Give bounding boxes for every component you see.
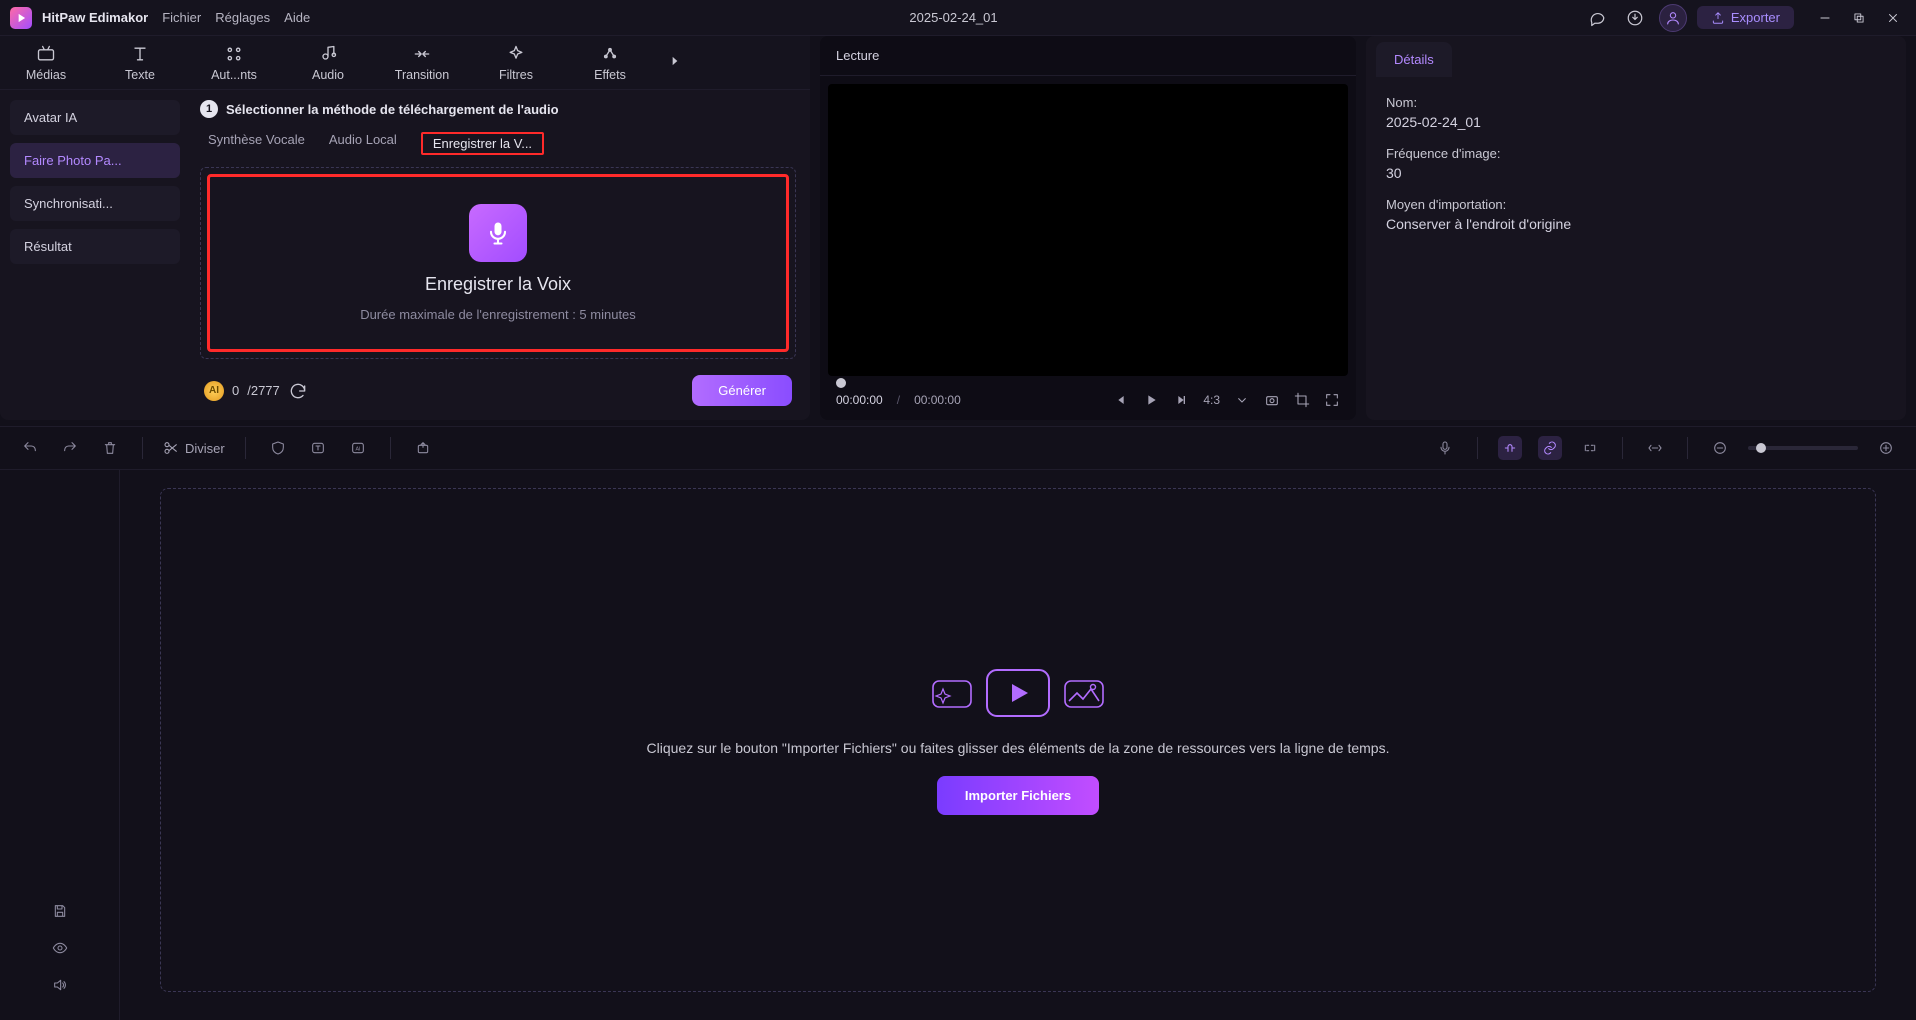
tool-audio[interactable]: Audio — [292, 44, 364, 82]
zoom-out-icon[interactable] — [1708, 436, 1732, 460]
shield-icon[interactable] — [266, 436, 290, 460]
sidebar-item-avatar-ia[interactable]: Avatar IA — [10, 100, 180, 135]
app-name: HitPaw Edimakor — [42, 10, 148, 25]
tool-transition[interactable]: Transition — [386, 44, 458, 82]
record-subtitle: Durée maximale de l'enregistrement : 5 m… — [360, 307, 636, 322]
tool-filtres[interactable]: Filtres — [480, 44, 552, 82]
snapshot-icon[interactable] — [1264, 392, 1280, 408]
next-frame-icon[interactable] — [1173, 392, 1189, 408]
dropzone-icons — [927, 666, 1109, 720]
fullscreen-icon[interactable] — [1324, 392, 1340, 408]
time-current: 00:00:00 — [836, 393, 883, 407]
user-account-icon[interactable] — [1659, 4, 1687, 32]
details-name-label: Nom: — [1386, 95, 1886, 110]
refresh-icon[interactable] — [288, 381, 308, 401]
details-fps-label: Fréquence d'image: — [1386, 146, 1886, 161]
dropzone-hint: Cliquez sur le bouton "Importer Fichiers… — [647, 740, 1390, 756]
details-import-value: Conserver à l'endroit d'origine — [1386, 216, 1886, 232]
save-icon[interactable] — [52, 903, 68, 922]
credits: AI 0/2777 — [204, 381, 308, 401]
preview-panel: Lecture 00:00:00 / 00:00:00 4:3 — [820, 36, 1356, 420]
details-panel: Détails Nom: 2025-02-24_01 Fréquence d'i… — [1366, 36, 1906, 420]
preview-canvas[interactable] — [828, 84, 1348, 376]
resource-sidebar: Avatar IA Faire Photo Pa... Synchronisat… — [0, 90, 190, 420]
sidebar-item-synchronisation[interactable]: Synchronisati... — [10, 186, 180, 221]
titlebar: HitPaw Edimakor Fichier Réglages Aide 20… — [0, 0, 1916, 36]
timeline-rail — [0, 470, 120, 1020]
fit-icon[interactable] — [1643, 436, 1667, 460]
play-icon[interactable] — [1143, 392, 1159, 408]
preview-controls: 00:00:00 / 00:00:00 4:3 — [820, 384, 1356, 420]
zoom-slider[interactable] — [1748, 446, 1858, 450]
text-box-icon[interactable] — [306, 436, 330, 460]
tool-stickers[interactable]: Aut...nts — [198, 44, 270, 82]
tab-details[interactable]: Détails — [1376, 42, 1452, 77]
download-icon[interactable] — [1621, 4, 1649, 32]
tool-effets[interactable]: Effets — [574, 44, 646, 82]
split-button[interactable]: Diviser — [163, 440, 225, 456]
subtab-enregistrer[interactable]: Enregistrer la V... — [421, 132, 544, 155]
timeline-toolbar: Diviser AI — [0, 426, 1916, 470]
record-title: Enregistrer la Voix — [425, 274, 571, 295]
playhead-dot[interactable] — [836, 378, 846, 388]
trim-icon[interactable] — [1578, 436, 1602, 460]
menu-fichier[interactable]: Fichier — [162, 10, 201, 25]
prev-frame-icon[interactable] — [1113, 392, 1129, 408]
menu-reglages[interactable]: Réglages — [215, 10, 270, 25]
window-maximize-icon[interactable] — [1846, 5, 1872, 31]
details-import-label: Moyen d'importation: — [1386, 197, 1886, 212]
sidebar-item-faire-photo[interactable]: Faire Photo Pa... — [10, 143, 180, 178]
step-panel: 1 Sélectionner la méthode de téléchargem… — [190, 90, 810, 420]
magnet-icon[interactable] — [1498, 436, 1522, 460]
window-minimize-icon[interactable] — [1812, 5, 1838, 31]
chevron-down-icon[interactable] — [1234, 392, 1250, 408]
redo-icon[interactable] — [58, 436, 82, 460]
delete-icon[interactable] — [98, 436, 122, 460]
subtab-audio-local[interactable]: Audio Local — [329, 132, 397, 155]
coin-icon: AI — [204, 381, 224, 401]
mute-icon[interactable] — [52, 977, 68, 996]
record-mic-button[interactable] — [469, 204, 527, 262]
credits-used: 0 — [232, 383, 239, 398]
undo-icon[interactable] — [18, 436, 42, 460]
window-close-icon[interactable] — [1880, 5, 1906, 31]
eye-icon[interactable] — [52, 940, 68, 959]
svg-text:AI: AI — [355, 447, 360, 453]
record-box[interactable]: Enregistrer la Voix Durée maximale de l'… — [207, 174, 789, 352]
crop-icon[interactable] — [1294, 392, 1310, 408]
link-icon[interactable] — [1538, 436, 1562, 460]
resource-toolbar: Médias Texte Aut...nts Audio — [0, 36, 810, 90]
credits-total: /2777 — [247, 383, 280, 398]
project-title: 2025-02-24_01 — [324, 10, 1583, 25]
zoom-in-icon[interactable] — [1874, 436, 1898, 460]
resource-panel: Médias Texte Aut...nts Audio — [0, 36, 810, 420]
details-fps-value: 30 — [1386, 165, 1886, 181]
voice-record-icon[interactable] — [1433, 436, 1457, 460]
tool-medias[interactable]: Médias — [10, 44, 82, 82]
record-dashed-frame: Enregistrer la Voix Durée maximale de l'… — [200, 167, 796, 359]
preview-header: Lecture — [820, 36, 1356, 76]
sidebar-item-resultat[interactable]: Résultat — [10, 229, 180, 264]
export-button[interactable]: Exporter — [1697, 6, 1794, 29]
timeline-dropzone[interactable]: Cliquez sur le bouton "Importer Fichiers… — [160, 488, 1876, 992]
export-button-label: Exporter — [1731, 10, 1780, 25]
export-clip-icon[interactable] — [411, 436, 435, 460]
toolbar-more-icon[interactable] — [668, 54, 682, 71]
time-total: 00:00:00 — [914, 393, 961, 407]
step-badge: 1 — [200, 100, 218, 118]
details-name-value: 2025-02-24_01 — [1386, 114, 1886, 130]
app-logo — [10, 7, 32, 29]
feedback-icon[interactable] — [1583, 4, 1611, 32]
subtab-synthese[interactable]: Synthèse Vocale — [208, 132, 305, 155]
import-files-button[interactable]: Importer Fichiers — [937, 776, 1099, 815]
subtab-row: Synthèse Vocale Audio Local Enregistrer … — [200, 126, 796, 167]
generate-button[interactable]: Générer — [692, 375, 792, 406]
aspect-ratio[interactable]: 4:3 — [1203, 393, 1220, 407]
step-title: Sélectionner la méthode de téléchargemen… — [226, 102, 559, 117]
tool-texte[interactable]: Texte — [104, 44, 176, 82]
timeline-area: Cliquez sur le bouton "Importer Fichiers… — [0, 470, 1916, 1020]
menu-aide[interactable]: Aide — [284, 10, 310, 25]
ai-box-icon[interactable]: AI — [346, 436, 370, 460]
